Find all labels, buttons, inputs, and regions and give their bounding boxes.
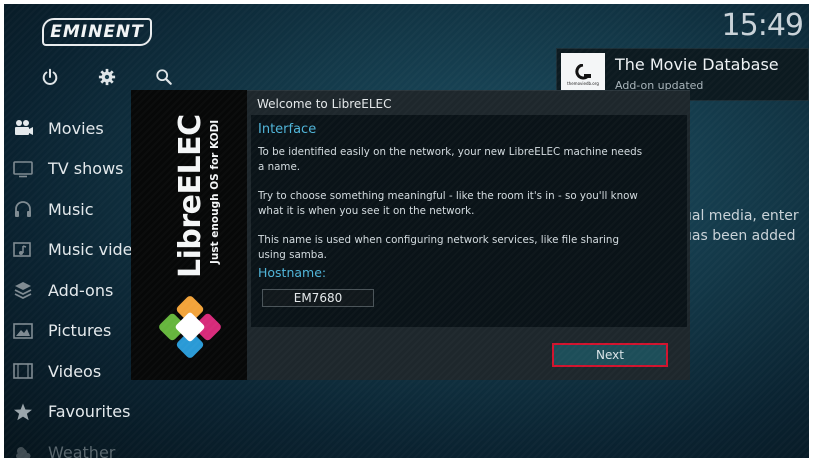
tmdb-logo-icon — [575, 64, 591, 80]
info-paragraph: To be identified easily on the network, … — [258, 146, 643, 173]
eminent-logo-text: EMINENT — [50, 22, 144, 42]
search-button[interactable] — [135, 62, 192, 92]
background-text-line: ıal media, enter — [688, 208, 799, 224]
settings-gear-icon — [98, 68, 116, 86]
menu-item-favourites[interactable]: Favourites — [4, 392, 144, 433]
section-heading: Interface — [258, 122, 317, 137]
addons-icon — [12, 281, 34, 300]
libreelec-wordmark: LibreELEC Just enough OS for KODI — [133, 94, 245, 278]
menu-item-label: Weather — [48, 442, 116, 458]
tv-icon — [12, 160, 34, 178]
music-video-icon — [12, 241, 34, 259]
libreelec-logo-icon — [159, 296, 221, 358]
info-paragraph: This name is used when configuring netwo… — [258, 234, 619, 261]
menu-item-label: Music — [48, 199, 94, 219]
menu-item-videos[interactable]: Videos — [4, 351, 144, 392]
power-button[interactable] — [22, 62, 79, 92]
eminent-logo: EMINENT — [42, 18, 152, 46]
next-button[interactable]: Next — [552, 343, 668, 367]
menu-item-label: Music videc — [48, 240, 142, 260]
menu-item-weather[interactable]: Weather — [4, 432, 144, 458]
menu-item-add-ons[interactable]: Add-ons — [4, 270, 144, 311]
libreelec-brand-text: LibreELEC — [173, 114, 208, 278]
film-icon — [12, 362, 34, 380]
settings-button[interactable] — [79, 62, 136, 92]
kodi-screen: EMINENT 15:49 Movies TV shows Music Musi… — [4, 4, 809, 458]
main-menu: Movies TV shows Music Music videc Add-on… — [4, 108, 144, 458]
power-icon — [43, 68, 58, 85]
menu-item-label: Pictures — [48, 321, 112, 341]
dialog-title: Welcome to LibreELEC — [257, 97, 392, 111]
hostname-input[interactable]: EM7680 — [262, 289, 374, 307]
setup-wizard-dialog: Welcome to LibreELEC Interface To be ide… — [247, 90, 690, 380]
pictures-icon — [12, 322, 34, 340]
menu-item-music-videos[interactable]: Music videc — [4, 230, 144, 271]
menu-item-pictures[interactable]: Pictures — [4, 311, 144, 352]
menu-item-label: Add-ons — [48, 280, 114, 300]
menu-item-label: Movies — [48, 118, 104, 138]
background-text-line: ıas been added — [688, 228, 796, 244]
search-icon — [156, 69, 172, 85]
background-widget-text: ıal media, enter ıas been added — [688, 206, 799, 246]
dialog-brand-panel: LibreELEC Just enough OS for KODI — [131, 90, 247, 380]
star-icon — [12, 403, 34, 421]
top-icon-bar — [22, 62, 192, 92]
tmdb-caption: themoviedb.org — [567, 81, 599, 86]
dialog-content: Interface To be identified easily on the… — [251, 115, 687, 327]
menu-item-label: Videos — [48, 361, 102, 381]
menu-item-label: TV shows — [48, 159, 124, 179]
menu-item-label: Favourites — [48, 402, 131, 422]
clock: 15:49 — [721, 8, 804, 43]
movies-icon — [12, 119, 34, 137]
libreelec-tagline: Just enough OS for KODI — [209, 119, 221, 264]
hostname-label: Hostname: — [258, 265, 327, 280]
menu-item-music[interactable]: Music — [4, 189, 144, 230]
info-paragraph: Try to choose something meaningful - lik… — [258, 190, 638, 217]
headphones-icon — [12, 200, 34, 218]
menu-item-tv-shows[interactable]: TV shows — [4, 149, 144, 190]
weather-icon — [12, 443, 34, 458]
menu-item-movies[interactable]: Movies — [4, 108, 144, 149]
notification-title: The Movie Database — [615, 55, 779, 74]
